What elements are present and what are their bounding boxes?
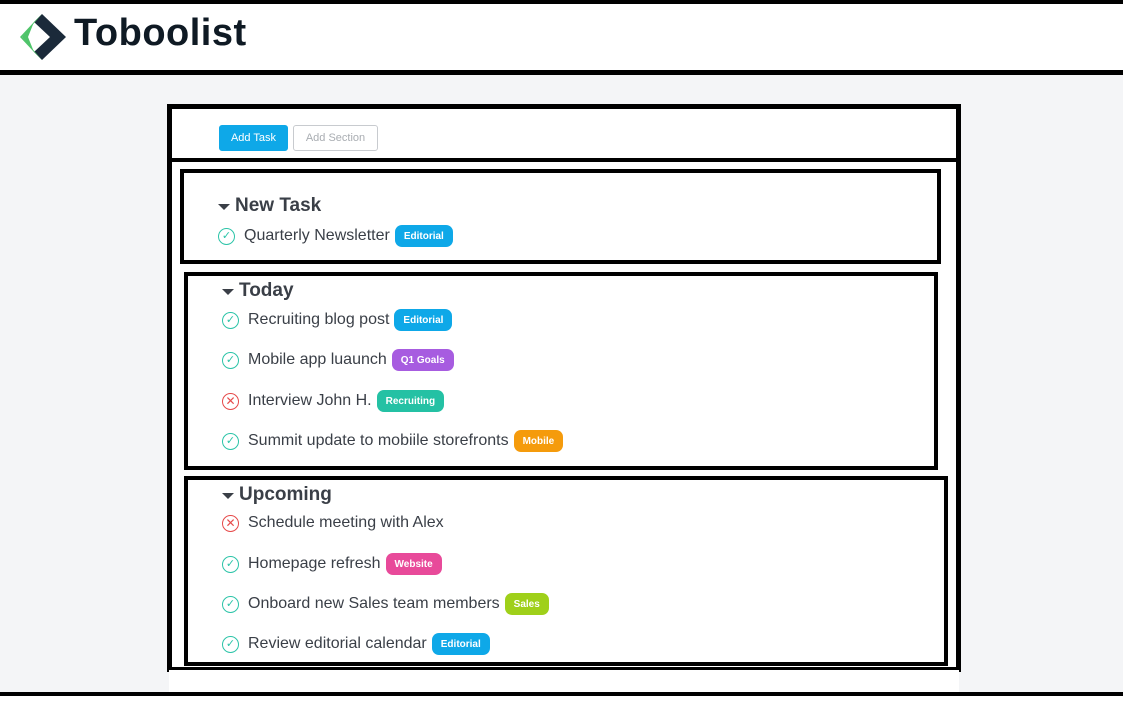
toolbar: Add Task Add Section (172, 109, 956, 162)
check-circle-icon[interactable]: ✓ (222, 351, 239, 369)
task-tag[interactable]: Mobile (513, 430, 564, 452)
task-label: Homepage refresh (248, 555, 381, 572)
section-header[interactable]: Upcoming (222, 484, 332, 506)
x-circle-icon[interactable]: ✕ (222, 514, 239, 532)
section-upcoming: Upcoming ✕ Schedule meeting with Alex ✓ … (184, 476, 948, 666)
task-panel: Add Task Add Section New Task ✓ Quarterl… (167, 104, 961, 672)
section-new-task: New Task ✓ Quarterly Newsletter Editoria… (180, 169, 941, 264)
check-circle-icon[interactable]: ✓ (222, 635, 239, 653)
app-header: Toboolist (0, 0, 1123, 75)
check-circle-icon[interactable]: ✓ (222, 595, 239, 613)
caret-down-icon[interactable] (222, 493, 234, 499)
task-label: Mobile app luaunch (248, 351, 387, 368)
section-title: New Task (235, 195, 322, 216)
add-task-button[interactable]: Add Task (219, 125, 288, 151)
task-tag[interactable]: Website (385, 553, 442, 575)
task-item[interactable]: ✓ Onboard new Sales team members Sales (222, 592, 549, 616)
footer-divider (0, 692, 1123, 705)
section-header[interactable]: New Task (218, 195, 321, 217)
task-item[interactable]: ✓ Review editorial calendar Editorial (222, 632, 490, 656)
task-item[interactable]: ✓ Quarterly Newsletter Editorial (218, 224, 453, 248)
task-label: Summit update to mobiile storefronts (248, 432, 509, 449)
task-label: Onboard new Sales team members (248, 595, 500, 612)
task-label: Recruiting blog post (248, 311, 390, 328)
caret-down-icon[interactable] (218, 204, 230, 210)
diamond-chevron-icon[interactable] (20, 12, 70, 62)
x-circle-icon[interactable]: ✕ (222, 392, 239, 410)
task-item[interactable]: ✓ Homepage refresh Website (222, 552, 442, 576)
caret-down-icon[interactable] (222, 289, 234, 295)
panel-bottom (169, 670, 959, 694)
check-circle-icon[interactable]: ✓ (222, 311, 239, 329)
task-label: Interview John H. (248, 392, 372, 409)
task-label: Quarterly Newsletter (244, 227, 390, 244)
task-tag[interactable]: Recruiting (376, 390, 445, 412)
app-name: Toboolist (74, 12, 247, 54)
section-today: Today ✓ Recruiting blog post Editorial ✓… (184, 272, 938, 470)
section-header[interactable]: Today (222, 280, 294, 302)
task-tag[interactable]: Q1 Goals (391, 349, 454, 371)
check-circle-icon[interactable]: ✓ (222, 555, 239, 573)
section-title: Today (239, 280, 294, 301)
task-label: Review editorial calendar (248, 635, 427, 652)
task-tag[interactable]: Sales (504, 593, 549, 615)
task-tag[interactable]: Editorial (394, 309, 453, 331)
task-item[interactable]: ✕ Schedule meeting with Alex (222, 511, 444, 535)
check-circle-icon[interactable]: ✓ (222, 432, 239, 450)
task-item[interactable]: ✓ Summit update to mobiile storefronts M… (222, 429, 564, 453)
add-section-button[interactable]: Add Section (293, 125, 378, 151)
check-circle-icon[interactable]: ✓ (218, 227, 235, 245)
task-tag[interactable]: Editorial (394, 225, 453, 247)
task-item[interactable]: ✕ Interview John H. Recruiting (222, 389, 445, 413)
task-label: Schedule meeting with Alex (248, 514, 444, 531)
section-title: Upcoming (239, 484, 332, 505)
task-tag[interactable]: Editorial (431, 633, 490, 655)
task-item[interactable]: ✓ Recruiting blog post Editorial (222, 308, 453, 332)
task-item[interactable]: ✓ Mobile app luaunch Q1 Goals (222, 348, 454, 372)
